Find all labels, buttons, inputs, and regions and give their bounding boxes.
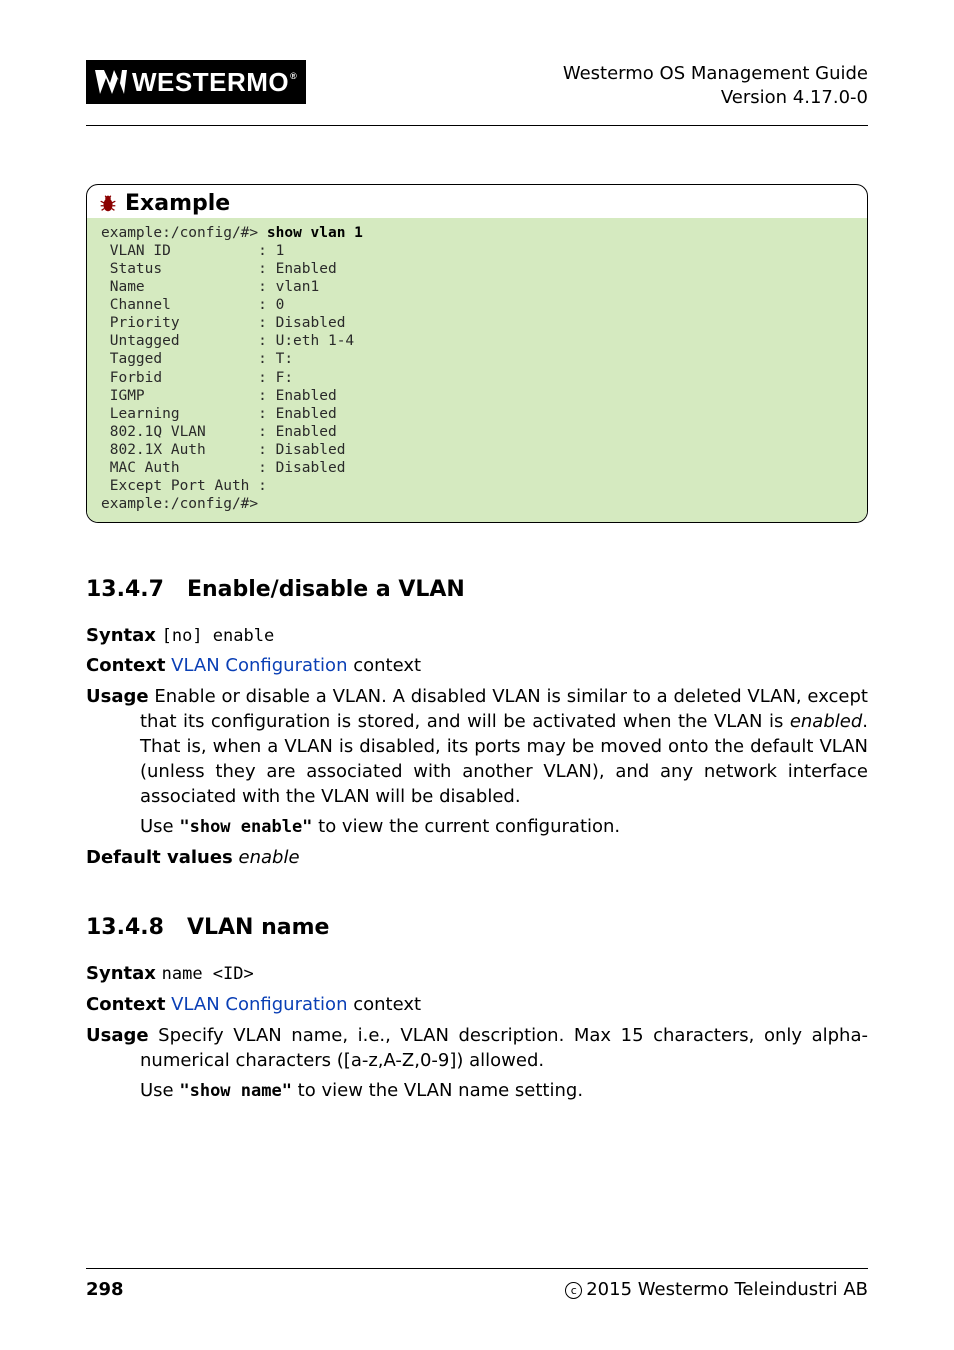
section-heading-1: 13.4.7 Enable/disable a VLAN — [86, 577, 868, 602]
output-line: IGMP : Enabled — [101, 388, 337, 404]
default-values-line: Default values enable — [86, 846, 868, 871]
page-header: WESTERMO® Westermo OS Management Guide V… — [86, 60, 868, 126]
output-line: Except Port Auth : — [101, 478, 267, 494]
usage-cmd: "show name" — [179, 1081, 292, 1101]
usage-cmd: "show enable" — [179, 817, 312, 837]
command-1: show vlan 1 — [267, 225, 363, 241]
syntax-line-2: Syntax name <ID> — [86, 962, 868, 987]
usage-text: Specify VLAN name, i.e., VLAN descriptio… — [140, 1025, 868, 1071]
section-title: Enable/disable a VLAN — [187, 577, 465, 602]
page-number: 298 — [86, 1279, 124, 1300]
usage-use: Use — [140, 816, 179, 837]
output-line: Forbid : F: — [101, 370, 293, 386]
context-suffix: context — [347, 655, 421, 676]
output-line: Name : vlan1 — [101, 279, 319, 295]
westermo-logo: WESTERMO® — [86, 60, 306, 104]
default-label: Default values — [86, 847, 233, 868]
context-link[interactable]: VLAN Configuration — [171, 994, 347, 1015]
output-line: Channel : 0 — [101, 297, 284, 313]
context-suffix: context — [347, 994, 421, 1015]
usage-enabled: enabled — [790, 711, 862, 732]
context-link[interactable]: VLAN Configuration — [171, 655, 347, 676]
usage-block-1: Usage Enable or disable a VLAN. A disabl… — [86, 685, 868, 840]
output-line: Tagged : T: — [101, 351, 293, 367]
page-footer: 298 c2015 Westermo Teleindustri AB — [86, 1268, 868, 1300]
guide-title: Westermo OS Management Guide — [563, 62, 868, 86]
logo-text: WESTERMO® — [132, 67, 296, 98]
context-line-2: Context VLAN Configuration context — [86, 993, 868, 1018]
output-line: VLAN ID : 1 — [101, 243, 284, 259]
syntax-line-1: Syntax [no] enable — [86, 624, 868, 649]
copyright-text: 2015 Westermo Teleindustri AB — [586, 1279, 868, 1300]
usage-text: Enable or disable a VLAN. A disabled VLA… — [140, 686, 868, 732]
section-number: 13.4.7 — [86, 577, 164, 602]
syntax-value: [no] enable — [162, 626, 275, 646]
output-line: Untagged : U:eth 1-4 — [101, 333, 354, 349]
usage-use: Use — [140, 1080, 179, 1101]
usage-tail: to view the VLAN name setting. — [292, 1080, 583, 1101]
prompt-1: example:/config/#> — [101, 225, 267, 241]
copyright: c2015 Westermo Teleindustri AB — [565, 1279, 868, 1300]
syntax-label: Syntax — [86, 625, 156, 646]
output-line: 802.1X Auth : Disabled — [101, 442, 345, 458]
syntax-label: Syntax — [86, 963, 156, 984]
logo-trademark: ® — [290, 71, 297, 81]
section-heading-2: 13.4.8 VLAN name — [86, 915, 868, 940]
context-label: Context — [86, 655, 165, 676]
context-line-1: Context VLAN Configuration context — [86, 654, 868, 679]
output-line: MAC Auth : Disabled — [101, 460, 345, 476]
syntax-value: name <ID> — [162, 964, 254, 984]
usage-tail: to view the current configuration. — [312, 816, 620, 837]
output-line: Priority : Disabled — [101, 315, 345, 331]
logo-brand: WESTERMO — [132, 67, 289, 97]
usage-block-2: Usage Specify VLAN name, i.e., VLAN desc… — [86, 1024, 868, 1104]
usage-label: Usage — [86, 686, 149, 707]
prompt-2: example:/config/#> — [101, 496, 258, 512]
default-value: enable — [239, 847, 300, 868]
example-title: Example — [125, 191, 230, 216]
terminal-output: example:/config/#> show vlan 1 VLAN ID :… — [87, 218, 867, 522]
output-line: Learning : Enabled — [101, 406, 337, 422]
guide-version: Version 4.17.0-0 — [563, 86, 868, 110]
example-box: Example example:/config/#> show vlan 1 V… — [86, 184, 868, 523]
section-number: 13.4.8 — [86, 915, 164, 940]
output-line: Status : Enabled — [101, 261, 337, 277]
section-title: VLAN name — [187, 915, 330, 940]
header-right: Westermo OS Management Guide Version 4.1… — [563, 60, 868, 111]
context-label: Context — [86, 994, 165, 1015]
example-icon — [97, 192, 119, 214]
usage-label: Usage — [86, 1025, 149, 1046]
logo-w-icon — [94, 69, 128, 95]
copyright-icon: c — [565, 1282, 582, 1299]
output-line: 802.1Q VLAN : Enabled — [101, 424, 337, 440]
